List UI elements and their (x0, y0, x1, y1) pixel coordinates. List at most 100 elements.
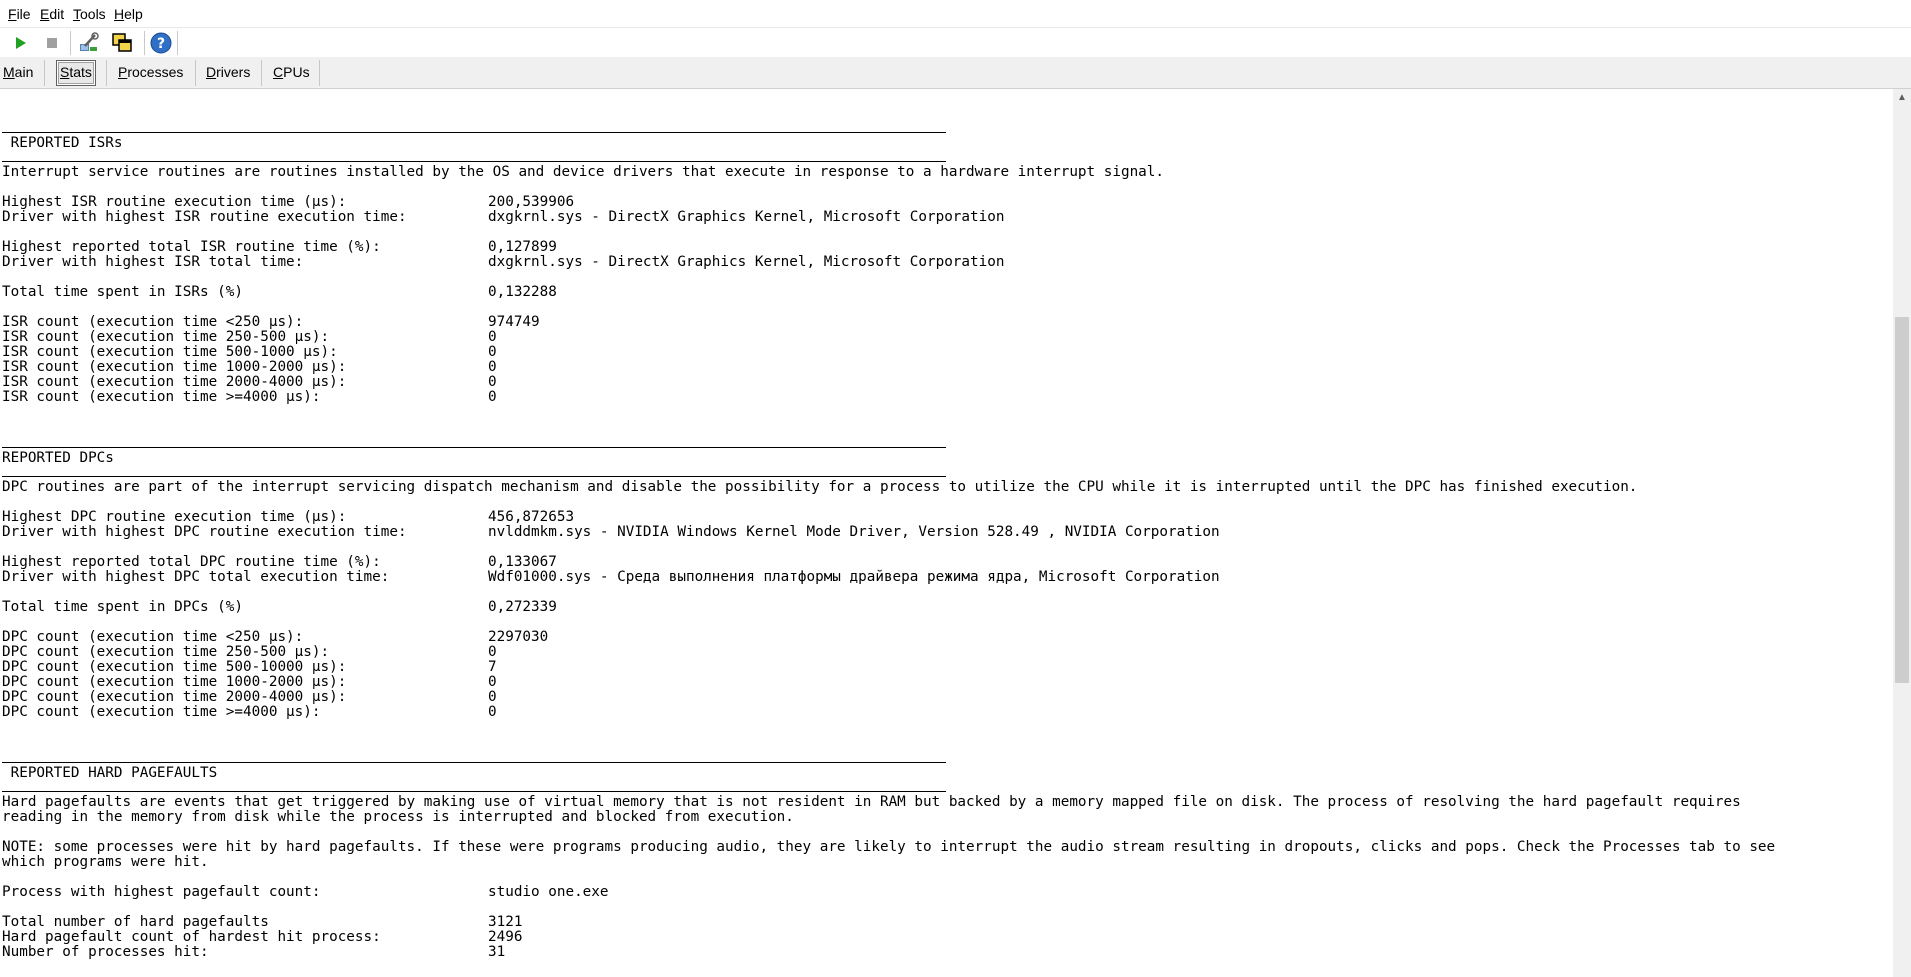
dpc-label: Highest DPC routine execution time (µs): (2, 509, 347, 525)
isr-value: 0 (488, 344, 497, 360)
tab-stats[interactable]: Stats (56, 60, 96, 86)
tab-separator (261, 60, 262, 86)
dpc-label: DPC count (execution time 500-10000 µs): (2, 659, 347, 675)
menu-help[interactable]: Help (114, 6, 143, 22)
isr-value: 0 (488, 374, 497, 390)
pagefault-label: Total number of hard pagefaults (2, 914, 269, 930)
isr-description: Interrupt service routines are routines … (2, 164, 1165, 180)
pagefault-label: Hard pagefault count of hardest hit proc… (2, 929, 381, 945)
isr-value: 0 (488, 329, 497, 345)
pagefault-note: which programs were hit. (2, 854, 209, 870)
isr-label: ISR count (execution time 2000-4000 µs): (2, 374, 347, 390)
toolbar: ? (0, 27, 1911, 58)
isr-value: 974749 (488, 314, 540, 330)
dpc-value: 0 (488, 674, 497, 690)
isr-label: ISR count (execution time <250 µs): (2, 314, 304, 330)
isr-value: dxgkrnl.sys - DirectX Graphics Kernel, M… (488, 254, 1005, 270)
dpc-value: 0 (488, 644, 497, 660)
dpc-value: nvlddmkm.sys - NVIDIA Windows Kernel Mod… (488, 524, 1220, 540)
dpc-label: Driver with highest DPC total execution … (2, 569, 390, 585)
dpc-value: 7 (488, 659, 497, 675)
tab-processes[interactable]: Processes (115, 60, 186, 84)
dpc-label: DPC count (execution time >=4000 µs): (2, 704, 321, 720)
isr-value: 0,127899 (488, 239, 557, 255)
stop-button[interactable] (40, 31, 64, 55)
section-rule (2, 791, 946, 792)
isr-value: 0 (488, 359, 497, 375)
menu-file[interactable]: File (8, 6, 31, 22)
help-button[interactable]: ? (149, 31, 173, 55)
tab-drivers[interactable]: Drivers (203, 60, 253, 84)
windows-button[interactable] (110, 31, 134, 55)
toolbar-separator (144, 31, 145, 55)
isr-label: ISR count (execution time >=4000 µs): (2, 389, 321, 405)
tab-separator (195, 60, 196, 86)
isr-label: ISR count (execution time 250-500 µs): (2, 329, 330, 345)
svg-text:?: ? (157, 36, 165, 52)
vertical-scrollbar[interactable]: ▲ (1893, 89, 1911, 977)
pagefault-section-header: REPORTED HARD PAGEFAULTS (2, 765, 218, 781)
dpc-value: Wdf01000.sys - Среда выполнения платформ… (488, 569, 1220, 585)
menu-edit[interactable]: Edit (40, 6, 64, 22)
section-rule (2, 447, 946, 448)
isr-label: ISR count (execution time 1000-2000 µs): (2, 359, 347, 375)
tab-separator (319, 60, 320, 86)
start-button[interactable] (8, 31, 32, 55)
pagefault-note: NOTE: some processes were hit by hard pa… (2, 839, 1776, 855)
section-rule (2, 161, 946, 162)
isr-value: 200,539906 (488, 194, 575, 210)
dpc-label: DPC count (execution time 1000-2000 µs): (2, 674, 347, 690)
pagefault-value: studio one.exe (488, 884, 609, 900)
isr-label: Highest reported total ISR routine time … (2, 239, 381, 255)
scroll-up-arrow-icon[interactable]: ▲ (1893, 89, 1911, 107)
scrollbar-thumb[interactable] (1895, 317, 1909, 683)
isr-label: Total time spent in ISRs (%) (2, 284, 244, 300)
dpc-value: 2297030 (488, 629, 549, 645)
tab-separator (44, 60, 45, 86)
dpc-value: 0 (488, 704, 497, 720)
stop-icon (47, 38, 57, 48)
pagefault-value: 2496 (488, 929, 523, 945)
isr-label: Highest ISR routine execution time (µs): (2, 194, 347, 210)
play-icon (16, 37, 26, 49)
tab-bar: Main Stats Processes Drivers CPUs (0, 57, 1911, 89)
stats-report: REPORTED ISRs Interrupt service routines… (0, 89, 1893, 977)
options-button[interactable] (76, 31, 100, 55)
section-rule (2, 476, 946, 477)
tab-main[interactable]: Main (0, 60, 36, 84)
dpc-label: Highest reported total DPC routine time … (2, 554, 381, 570)
dpc-label: DPC count (execution time <250 µs): (2, 629, 304, 645)
tab-separator (106, 60, 107, 86)
toolbar-separator (177, 31, 178, 55)
dpc-label: Total time spent in DPCs (%) (2, 599, 244, 615)
cascade-windows-icon (112, 33, 132, 52)
pagefault-label: Number of processes hit: (2, 944, 209, 960)
dpc-value: 456,872653 (488, 509, 575, 525)
tools-icon (80, 32, 99, 51)
toolbar-separator (70, 31, 71, 55)
tab-cpus[interactable]: CPUs (270, 60, 313, 84)
pagefault-label: Process with highest pagefault count: (2, 884, 321, 900)
pagefault-value: 3121 (488, 914, 523, 930)
dpc-label: Driver with highest DPC routine executio… (2, 524, 407, 540)
section-rule (2, 762, 946, 763)
section-rule (2, 132, 946, 133)
isr-value: 0,132288 (488, 284, 557, 300)
dpc-label: DPC count (execution time 250-500 µs): (2, 644, 330, 660)
isr-value: 0 (488, 389, 497, 405)
menu-bar: File Edit Tools Help (0, 0, 1911, 27)
isr-value: dxgkrnl.sys - DirectX Graphics Kernel, M… (488, 209, 1005, 225)
dpc-description: DPC routines are part of the interrupt s… (2, 479, 1638, 495)
menu-tools[interactable]: Tools (73, 6, 106, 22)
dpc-value: 0,133067 (488, 554, 557, 570)
isr-section-header: REPORTED ISRs (2, 135, 123, 151)
help-icon: ? (150, 32, 172, 54)
pagefault-description: Hard pagefaults are events that get trig… (2, 794, 1741, 810)
pagefault-value: 31 (488, 944, 506, 960)
dpc-value: 0,272339 (488, 599, 557, 615)
dpc-value: 0 (488, 689, 497, 705)
dpc-label: DPC count (execution time 2000-4000 µs): (2, 689, 347, 705)
isr-label: Driver with highest ISR routine executio… (2, 209, 407, 225)
pagefault-description: reading in the memory from disk while th… (2, 809, 794, 825)
dpc-section-header: REPORTED DPCs (2, 450, 114, 466)
